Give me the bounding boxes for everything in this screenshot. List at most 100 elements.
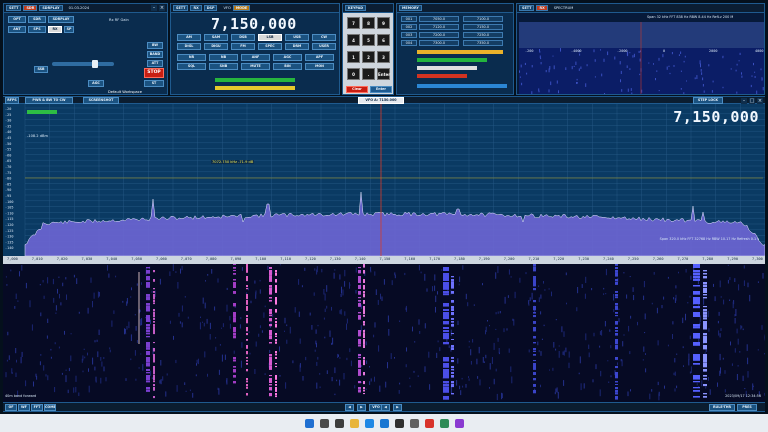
keypad-key-enter[interactable]: Enter — [377, 68, 390, 80]
opt-button[interactable]: SETT — [6, 5, 22, 11]
bottom-center-button-4[interactable]: ▶ — [393, 404, 402, 411]
mode-user-button[interactable]: USER — [312, 43, 336, 50]
memory-row-1-id[interactable]: 002 — [401, 24, 417, 30]
dsp-agc-button[interactable]: AGC — [273, 54, 302, 61]
toolbar-screenshot[interactable]: SCREENSHOT — [83, 97, 119, 104]
waterfall-canvas[interactable] — [3, 264, 765, 402]
bottom-left-fft-button[interactable]: FFT — [31, 404, 43, 411]
mini-spectrum-chart[interactable]: -200 -4000 -2000 0 2000 4000 — [519, 22, 764, 94]
mail-icon[interactable] — [379, 418, 389, 428]
frequency-axis[interactable]: 7,000 7,010 7,020 7,030 7,040 7,050 7,060 7,070… — [3, 256, 765, 264]
keypad-key-9[interactable]: 9 — [377, 17, 390, 29]
start-button[interactable]: ST — [144, 80, 164, 87]
opt-btn[interactable]: OPT — [8, 16, 26, 23]
dsp-nr-button[interactable]: NR — [177, 54, 206, 61]
vfo-a-tag[interactable]: VFO A: 7150.000 — [358, 97, 404, 104]
dsp-bin-button[interactable]: BIN — [273, 63, 302, 70]
stop-button[interactable]: STOP — [144, 68, 164, 78]
ant-btn[interactable]: ANT — [8, 26, 26, 33]
app3-icon[interactable] — [454, 418, 464, 428]
main-spectrum-chart[interactable]: -20-25-30-35-40-45-50-55-60-65-70-75-80-… — [3, 104, 765, 256]
bottom-center-button-0[interactable]: ◀ — [345, 404, 354, 411]
memory-row-3-id[interactable]: 004 — [401, 40, 417, 46]
memory-row-2-id[interactable]: 003 — [401, 32, 417, 38]
keypad-key-5[interactable]: 5 — [362, 34, 375, 46]
memory-row-2-start[interactable]: 7200.0 — [419, 32, 459, 38]
mode-cw-button[interactable]: CW — [312, 34, 336, 41]
mode-sam-button[interactable]: SAM — [204, 34, 228, 41]
dsp-nb-button[interactable]: NB — [209, 54, 238, 61]
bottom-left-of-button[interactable]: OF — [5, 404, 17, 411]
mini-sett-button[interactable]: SETT — [519, 5, 535, 11]
panel-btn-a[interactable]: BW — [147, 42, 163, 49]
keypad-key-0[interactable]: 0 — [347, 68, 360, 80]
memory-row-0-id[interactable]: 001 — [401, 16, 417, 22]
dsp-mon-button[interactable]: MON — [305, 63, 334, 70]
sdrplay-btn[interactable]: SDRPLAY — [48, 16, 74, 23]
dsp-snb-button[interactable]: SNB — [209, 63, 238, 70]
mode-usb-button[interactable]: USB — [285, 34, 309, 41]
memory-row-1-end[interactable]: 7150.0 — [463, 24, 503, 30]
keypad-key-7[interactable]: 7 — [347, 17, 360, 29]
browser-icon[interactable] — [364, 418, 374, 428]
vfo-rx-button[interactable]: RX — [190, 5, 202, 11]
vfo-frequency[interactable]: 7,150,000 — [211, 15, 297, 33]
close-icon[interactable]: × — [159, 5, 165, 11]
task-view-icon[interactable] — [334, 418, 344, 428]
mode-lsb-button[interactable]: LSB — [258, 34, 282, 41]
keypad-key-8[interactable]: 8 — [362, 17, 375, 29]
keypad-key-3[interactable]: 3 — [377, 51, 390, 63]
sdr-button[interactable]: SDR — [23, 5, 38, 11]
vfo-mode-button[interactable]: MODE — [232, 5, 251, 11]
bottom-right-btn-2[interactable]: PRES — [737, 404, 757, 411]
sps-btn[interactable]: SPS — [28, 26, 46, 33]
sdr-btn[interactable]: SDR — [28, 16, 46, 23]
rf-gain-slider[interactable] — [52, 60, 114, 68]
app1-icon[interactable] — [424, 418, 434, 428]
vfo-dsp-button[interactable]: DSP — [203, 5, 218, 11]
memory-row-0-start[interactable]: 7050.0 — [419, 16, 459, 22]
toolbar-pwr-bw[interactable]: PWR & BW TO CW — [25, 97, 73, 104]
mode-small-btn[interactable]: SSB — [34, 66, 48, 73]
waterfall[interactable]: 40m band forward 2023/09/17 12:34:56 — [3, 264, 765, 402]
mini-rx-button[interactable]: RX — [536, 5, 548, 11]
bottom-left-combo-button[interactable]: COMBO — [44, 404, 56, 411]
vfo-sett-button[interactable]: SETT — [173, 5, 189, 11]
memory-row-0-end[interactable]: 7100.0 — [463, 16, 503, 22]
memory-row-1-start[interactable]: 7120.0 — [419, 24, 459, 30]
keypad-key-6[interactable]: 6 — [377, 34, 390, 46]
keypad-key-2[interactable]: 2 — [362, 51, 375, 63]
bottom-center-button-3[interactable]: ◀ — [381, 404, 390, 411]
folder-icon[interactable] — [349, 418, 359, 428]
mode-digu-button[interactable]: DIGU — [204, 43, 228, 50]
dsp-mute-button[interactable]: MUTE — [241, 63, 270, 70]
app2-icon[interactable] — [439, 418, 449, 428]
settings-icon[interactable] — [409, 418, 419, 428]
mode-digl-button[interactable]: DIGL — [177, 43, 201, 50]
memory-row-2-end[interactable]: 7250.0 — [463, 32, 503, 38]
store-icon[interactable] — [394, 418, 404, 428]
minimize-icon[interactable]: – — [151, 5, 157, 11]
sdrplay-button[interactable]: SDRPLAY — [39, 5, 63, 11]
rf-gain-knob[interactable] — [92, 60, 98, 68]
main-spectrum[interactable]: -20 -25 -30 -35 -40 -45 -50 -55 -60 -65 -70 -75 -80-… — [3, 104, 765, 256]
keypad-key-dot[interactable]: . — [362, 68, 375, 80]
dsp-apf-button[interactable]: APF — [305, 54, 334, 61]
bottom-right-btn-1[interactable]: RULE-THR — [709, 404, 735, 411]
keypad-key-4[interactable]: 4 — [347, 34, 360, 46]
step-lock-button[interactable]: STEP LOCK — [693, 97, 723, 104]
memory-row-3-end[interactable]: 7350.0 — [463, 40, 503, 46]
mode-dsb-button[interactable]: DSB — [231, 34, 255, 41]
rx-btn[interactable]: RX — [48, 26, 62, 33]
agc-btn[interactable]: AGC — [88, 80, 104, 87]
mode-drm-button[interactable]: DRM — [285, 43, 309, 50]
bottom-left-wf-button[interactable]: WF — [18, 404, 30, 411]
mode-fm-button[interactable]: FM — [231, 43, 255, 50]
sp-btn[interactable]: SP — [64, 26, 74, 33]
main-frequency[interactable]: 7,150,000 — [673, 108, 759, 126]
memory-row-3-start[interactable]: 7300.0 — [419, 40, 459, 46]
keypad-key-1[interactable]: 1 — [347, 51, 360, 63]
dsp-anf-button[interactable]: ANF — [241, 54, 270, 61]
windows-start-icon[interactable] — [304, 418, 314, 428]
bottom-center-button-1[interactable]: ▶ — [357, 404, 366, 411]
